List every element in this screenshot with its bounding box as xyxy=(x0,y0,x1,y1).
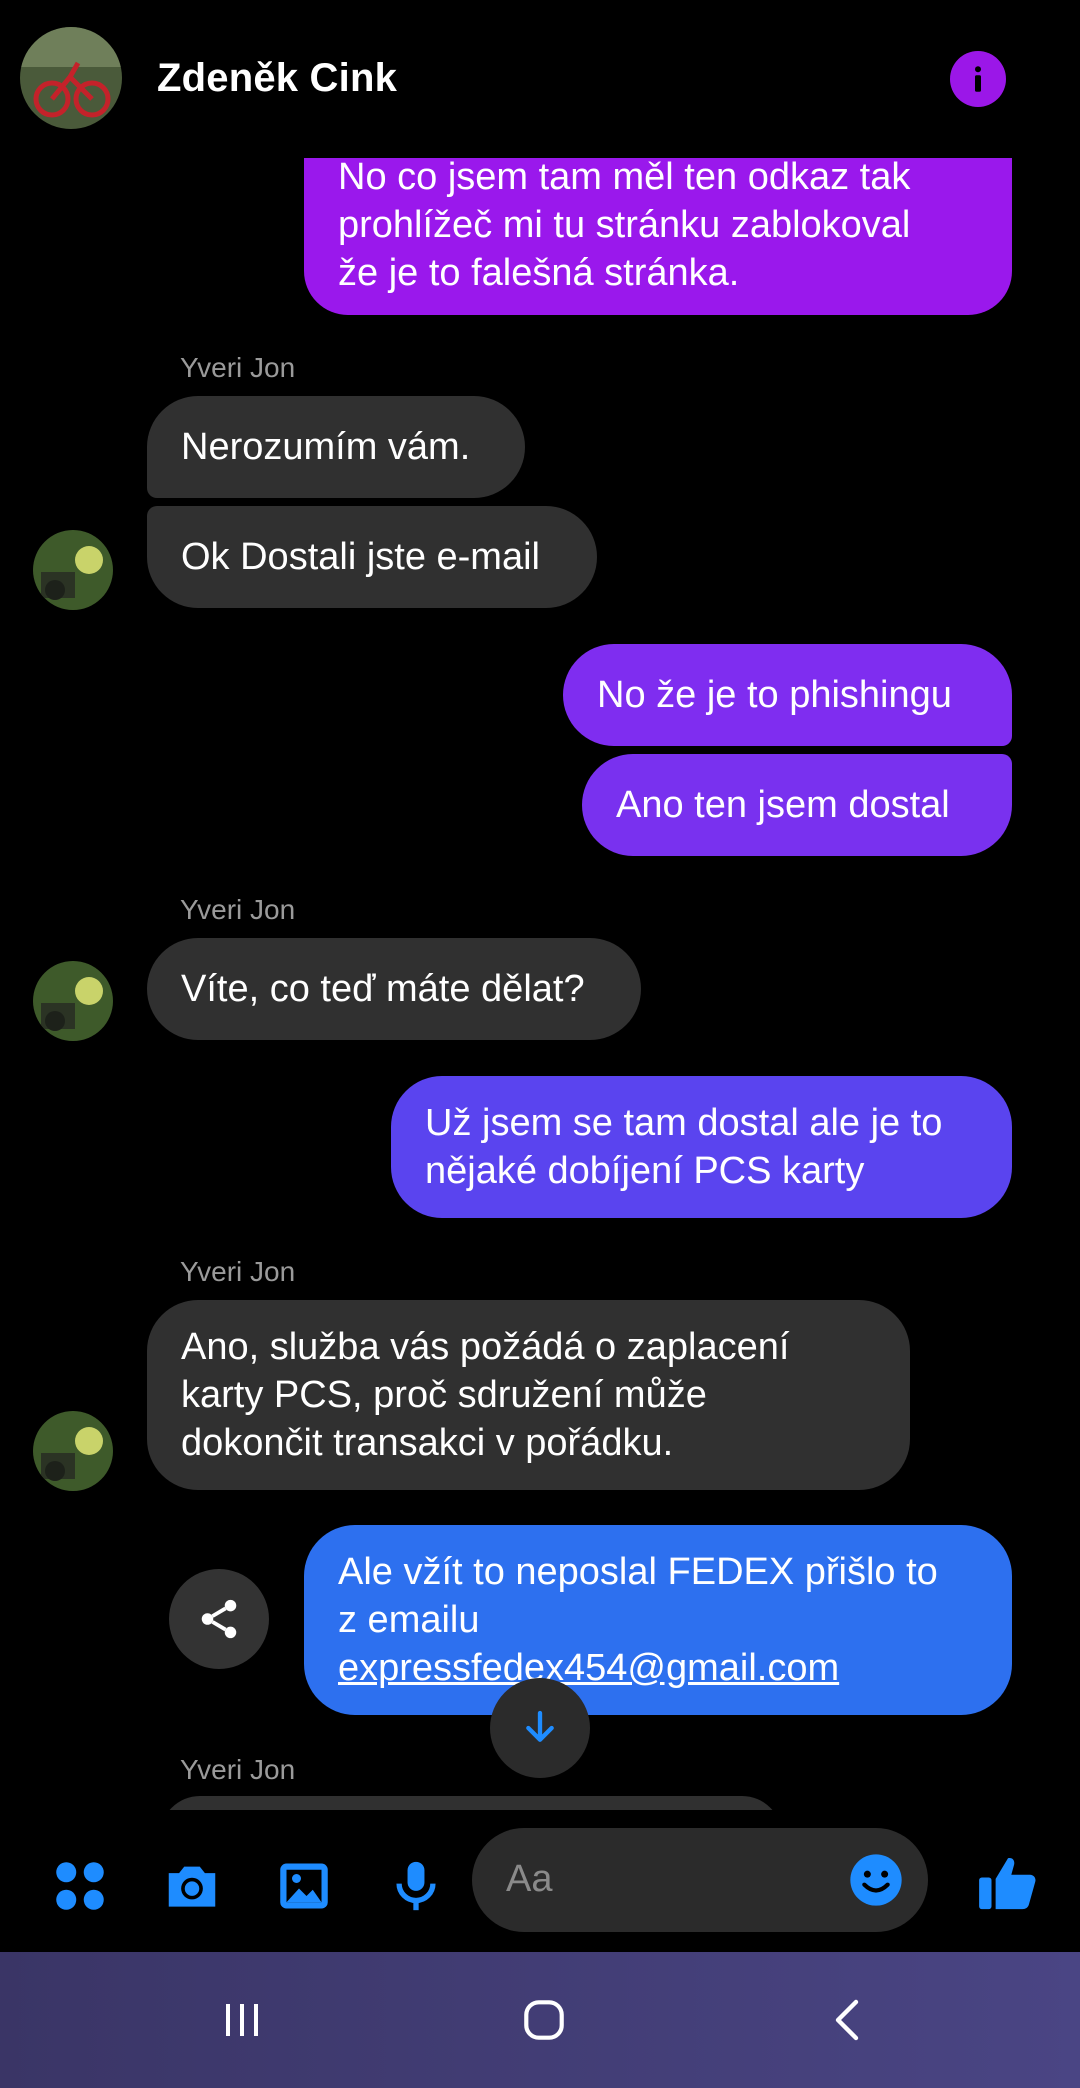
incoming-message[interactable]: Ano, služba vás požádá o zaplacení karty… xyxy=(147,1300,910,1490)
recent-apps-icon xyxy=(226,2004,258,2036)
outgoing-message[interactable]: No co jsem tam měl ten odkaz tak prohlíž… xyxy=(304,135,1012,315)
home-button[interactable] xyxy=(516,1992,572,2048)
thumbs-up-icon xyxy=(979,1858,1036,1910)
sender-name: Yveri Jon xyxy=(180,1754,296,1785)
email-link[interactable]: expressfedex454@gmail.com xyxy=(338,1644,978,1692)
contact-avatar[interactable] xyxy=(20,27,122,129)
outgoing-message[interactable]: No že je to phishingu xyxy=(563,644,1012,746)
sender-name: Yveri Jon xyxy=(180,352,296,383)
outgoing-message[interactable]: Už jsem se tam dostal ale je to nějaké d… xyxy=(391,1076,1012,1218)
back-button[interactable] xyxy=(820,1992,876,2048)
recent-apps-button[interactable] xyxy=(214,1992,270,2048)
message-input[interactable]: Aa xyxy=(472,1828,928,1932)
microphone-icon xyxy=(396,1861,436,1911)
message-list[interactable]: No co jsem tam měl ten odkaz tak prohlíž… xyxy=(0,0,1080,1810)
system-navigation-bar xyxy=(0,1952,1080,2088)
avatar[interactable] xyxy=(33,961,113,1041)
share-icon xyxy=(201,1599,237,1639)
incoming-message[interactable] xyxy=(160,1796,782,1810)
info-button[interactable] xyxy=(950,51,1006,107)
camera-icon xyxy=(168,1866,216,1907)
sender-name: Yveri Jon xyxy=(180,1256,296,1287)
voice-button[interactable] xyxy=(384,1854,448,1918)
scroll-to-bottom-button[interactable] xyxy=(490,1678,590,1778)
like-button[interactable] xyxy=(973,1848,1043,1918)
incoming-message[interactable]: Nerozumím vám. xyxy=(147,396,525,498)
back-icon xyxy=(835,1999,859,2041)
incoming-message[interactable]: Víte, co teď máte dělat? xyxy=(147,938,641,1040)
outgoing-message[interactable]: Ale vžít to neposlal FEDEX přišlo to z e… xyxy=(304,1525,1012,1715)
message-composer: Aa xyxy=(0,1810,1080,1952)
incoming-message[interactable]: Ok Dostali jste e-mail xyxy=(147,506,597,608)
camera-button[interactable] xyxy=(160,1854,224,1918)
arrow-down-icon xyxy=(526,1710,554,1742)
avatar[interactable] xyxy=(33,1411,113,1491)
home-icon xyxy=(524,2000,564,2040)
apps-grid-icon xyxy=(56,1862,104,1910)
conversation-header: Zdeněk Cink xyxy=(0,0,1080,158)
message-input-placeholder: Aa xyxy=(506,1858,553,1900)
sender-name: Yveri Jon xyxy=(180,894,296,925)
image-icon xyxy=(280,1863,328,1909)
outgoing-message[interactable]: Ano ten jsem dostal xyxy=(582,754,1012,856)
emoji-icon xyxy=(850,1854,902,1906)
share-button[interactable] xyxy=(169,1569,269,1669)
gallery-button[interactable] xyxy=(272,1854,336,1918)
emoji-button[interactable] xyxy=(848,1852,904,1908)
info-icon xyxy=(975,66,981,92)
contact-name[interactable]: Zdeněk Cink xyxy=(157,56,397,101)
apps-button[interactable] xyxy=(48,1854,112,1918)
avatar[interactable] xyxy=(33,530,113,610)
